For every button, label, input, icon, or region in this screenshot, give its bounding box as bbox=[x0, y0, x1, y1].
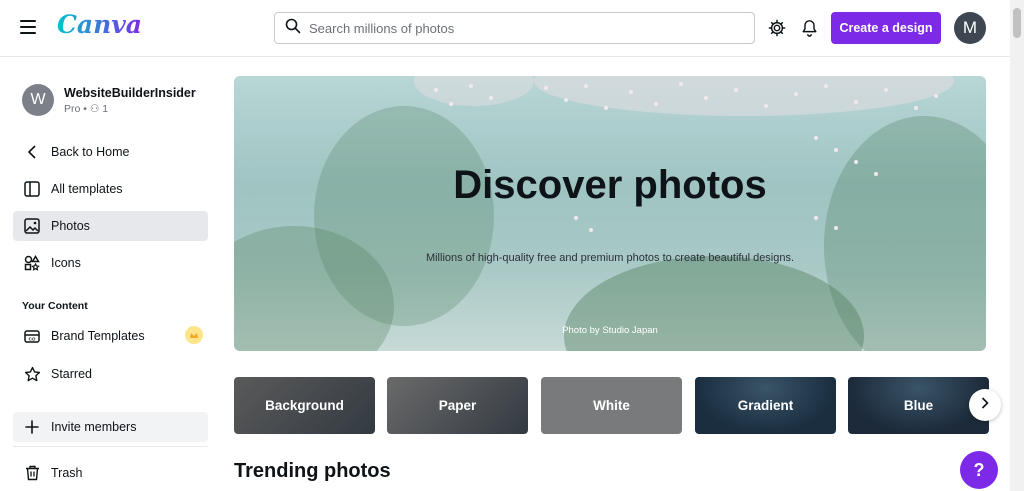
sidebar-item-trash[interactable]: Trash bbox=[13, 458, 208, 488]
plan-label: Pro bbox=[64, 102, 81, 115]
blossom-dot bbox=[794, 92, 798, 96]
member-icon: ⚇ bbox=[89, 102, 100, 115]
blossom-dot bbox=[434, 88, 438, 92]
notifications-bell-icon[interactable] bbox=[797, 16, 821, 40]
help-button[interactable]: ? bbox=[960, 451, 998, 489]
category-tile-white[interactable]: White bbox=[541, 377, 682, 434]
blossom-dot bbox=[834, 148, 838, 152]
hero-blossom-branch bbox=[534, 76, 954, 116]
blossom-dot bbox=[604, 106, 608, 110]
blossom-dot bbox=[914, 106, 918, 110]
category-tile-background[interactable]: Background bbox=[234, 377, 375, 434]
blossom-dot bbox=[489, 96, 493, 100]
your-content-heading: Your Content bbox=[22, 300, 88, 312]
trending-photos-heading: Trending photos bbox=[234, 460, 391, 482]
star-icon bbox=[23, 365, 41, 383]
settings-gear-icon[interactable] bbox=[765, 16, 789, 40]
hero-subtitle: Millions of high-quality free and premiu… bbox=[425, 252, 795, 264]
brand-templates-label: Brand Templates bbox=[51, 329, 145, 343]
category-tile-blue[interactable]: Blue bbox=[848, 377, 989, 434]
search-input[interactable] bbox=[309, 20, 729, 36]
account-switcher[interactable]: W WebsiteBuilderInsider Pro • ⚇ 1 bbox=[22, 84, 196, 116]
blossom-dot bbox=[629, 90, 633, 94]
back-to-home-label: Back to Home bbox=[51, 145, 130, 159]
category-label: Paper bbox=[438, 398, 477, 413]
photo-credit: Photo by Studio Japan bbox=[234, 325, 986, 336]
photos-label: Photos bbox=[51, 219, 90, 233]
sidebar-item-all-templates[interactable]: All templates bbox=[13, 174, 208, 204]
category-tile-gradient[interactable]: Gradient bbox=[695, 377, 836, 434]
shapes-icon bbox=[23, 254, 41, 272]
sidebar-divider bbox=[13, 446, 208, 447]
invite-members-button[interactable]: Invite members bbox=[13, 412, 208, 442]
blossom-dot bbox=[564, 98, 568, 102]
search-icon bbox=[285, 18, 301, 39]
sidebar-item-starred[interactable]: Starred bbox=[13, 359, 208, 389]
create-design-button[interactable]: Create a design bbox=[831, 12, 941, 44]
trash-label: Trash bbox=[51, 466, 83, 480]
top-bar: Canva Create a design M bbox=[0, 0, 1010, 57]
all-templates-label: All templates bbox=[51, 182, 123, 196]
templates-icon bbox=[23, 180, 41, 198]
sidebar-item-icons[interactable]: Icons bbox=[13, 248, 208, 278]
chevron-right-icon bbox=[981, 396, 989, 414]
blossom-dot bbox=[934, 94, 938, 98]
blossom-dot bbox=[834, 226, 838, 230]
hero-tree-reflection bbox=[824, 116, 986, 351]
category-label: Blue bbox=[903, 398, 934, 413]
page-scrollbar[interactable] bbox=[1010, 0, 1024, 491]
account-plan: Pro • ⚇ 1 bbox=[64, 102, 109, 115]
chevron-left-icon bbox=[23, 143, 41, 161]
category-label: Gradient bbox=[737, 398, 794, 413]
photo-credit-author[interactable]: Studio Japan bbox=[602, 325, 657, 336]
hero-banner: Discover photos Millions of high-quality… bbox=[234, 76, 986, 351]
blossom-dot bbox=[704, 96, 708, 100]
photo-icon bbox=[23, 217, 41, 235]
hero-title: Discover photos bbox=[453, 163, 767, 207]
icons-label: Icons bbox=[51, 256, 81, 270]
crown-pro-icon bbox=[185, 326, 203, 344]
sidebar: W WebsiteBuilderInsider Pro • ⚇ 1 Back t… bbox=[0, 58, 220, 491]
user-avatar[interactable]: M bbox=[954, 12, 986, 44]
blossom-dot bbox=[584, 84, 588, 88]
blossom-dot bbox=[814, 216, 818, 220]
blossom-dot bbox=[449, 102, 453, 106]
back-to-home-link[interactable]: Back to Home bbox=[13, 137, 208, 167]
member-count: 1 bbox=[102, 102, 109, 115]
starred-label: Starred bbox=[51, 367, 92, 381]
photo-credit-prefix: Photo by bbox=[562, 325, 600, 336]
blossom-dot bbox=[544, 86, 548, 90]
menu-icon[interactable] bbox=[20, 20, 36, 34]
scrollbar-thumb[interactable] bbox=[1013, 8, 1021, 38]
trash-icon bbox=[23, 464, 41, 482]
svg-text:CO: CO bbox=[29, 337, 36, 342]
blossom-dot bbox=[854, 100, 858, 104]
carousel-next-button[interactable] bbox=[969, 389, 1001, 421]
search-bar[interactable] bbox=[274, 12, 755, 44]
blossom-dot bbox=[764, 104, 768, 108]
blossom-dot bbox=[654, 102, 658, 106]
blossom-dot bbox=[734, 88, 738, 92]
blossom-dot bbox=[469, 84, 473, 88]
blossom-dot bbox=[814, 136, 818, 140]
hero-tree-reflection bbox=[564, 256, 864, 351]
blossom-dot bbox=[884, 88, 888, 92]
blossom-dot bbox=[679, 82, 683, 86]
category-tile-paper[interactable]: Paper bbox=[387, 377, 528, 434]
blossom-dot bbox=[589, 228, 593, 232]
plus-icon bbox=[23, 418, 41, 436]
sidebar-item-brand-templates[interactable]: CO Brand Templates bbox=[13, 321, 208, 351]
hero-blossom-branch bbox=[414, 76, 534, 106]
invite-members-label: Invite members bbox=[51, 420, 137, 434]
blossom-dot bbox=[824, 84, 828, 88]
account-name: WebsiteBuilderInsider bbox=[64, 85, 196, 100]
account-avatar: W bbox=[22, 84, 54, 116]
canva-logo[interactable]: Canva bbox=[57, 10, 142, 39]
sidebar-item-photos[interactable]: Photos bbox=[13, 211, 208, 241]
brand-templates-icon: CO bbox=[23, 327, 41, 345]
category-label: White bbox=[593, 398, 630, 413]
blossom-dot bbox=[574, 216, 578, 220]
category-label: Background bbox=[265, 398, 344, 413]
